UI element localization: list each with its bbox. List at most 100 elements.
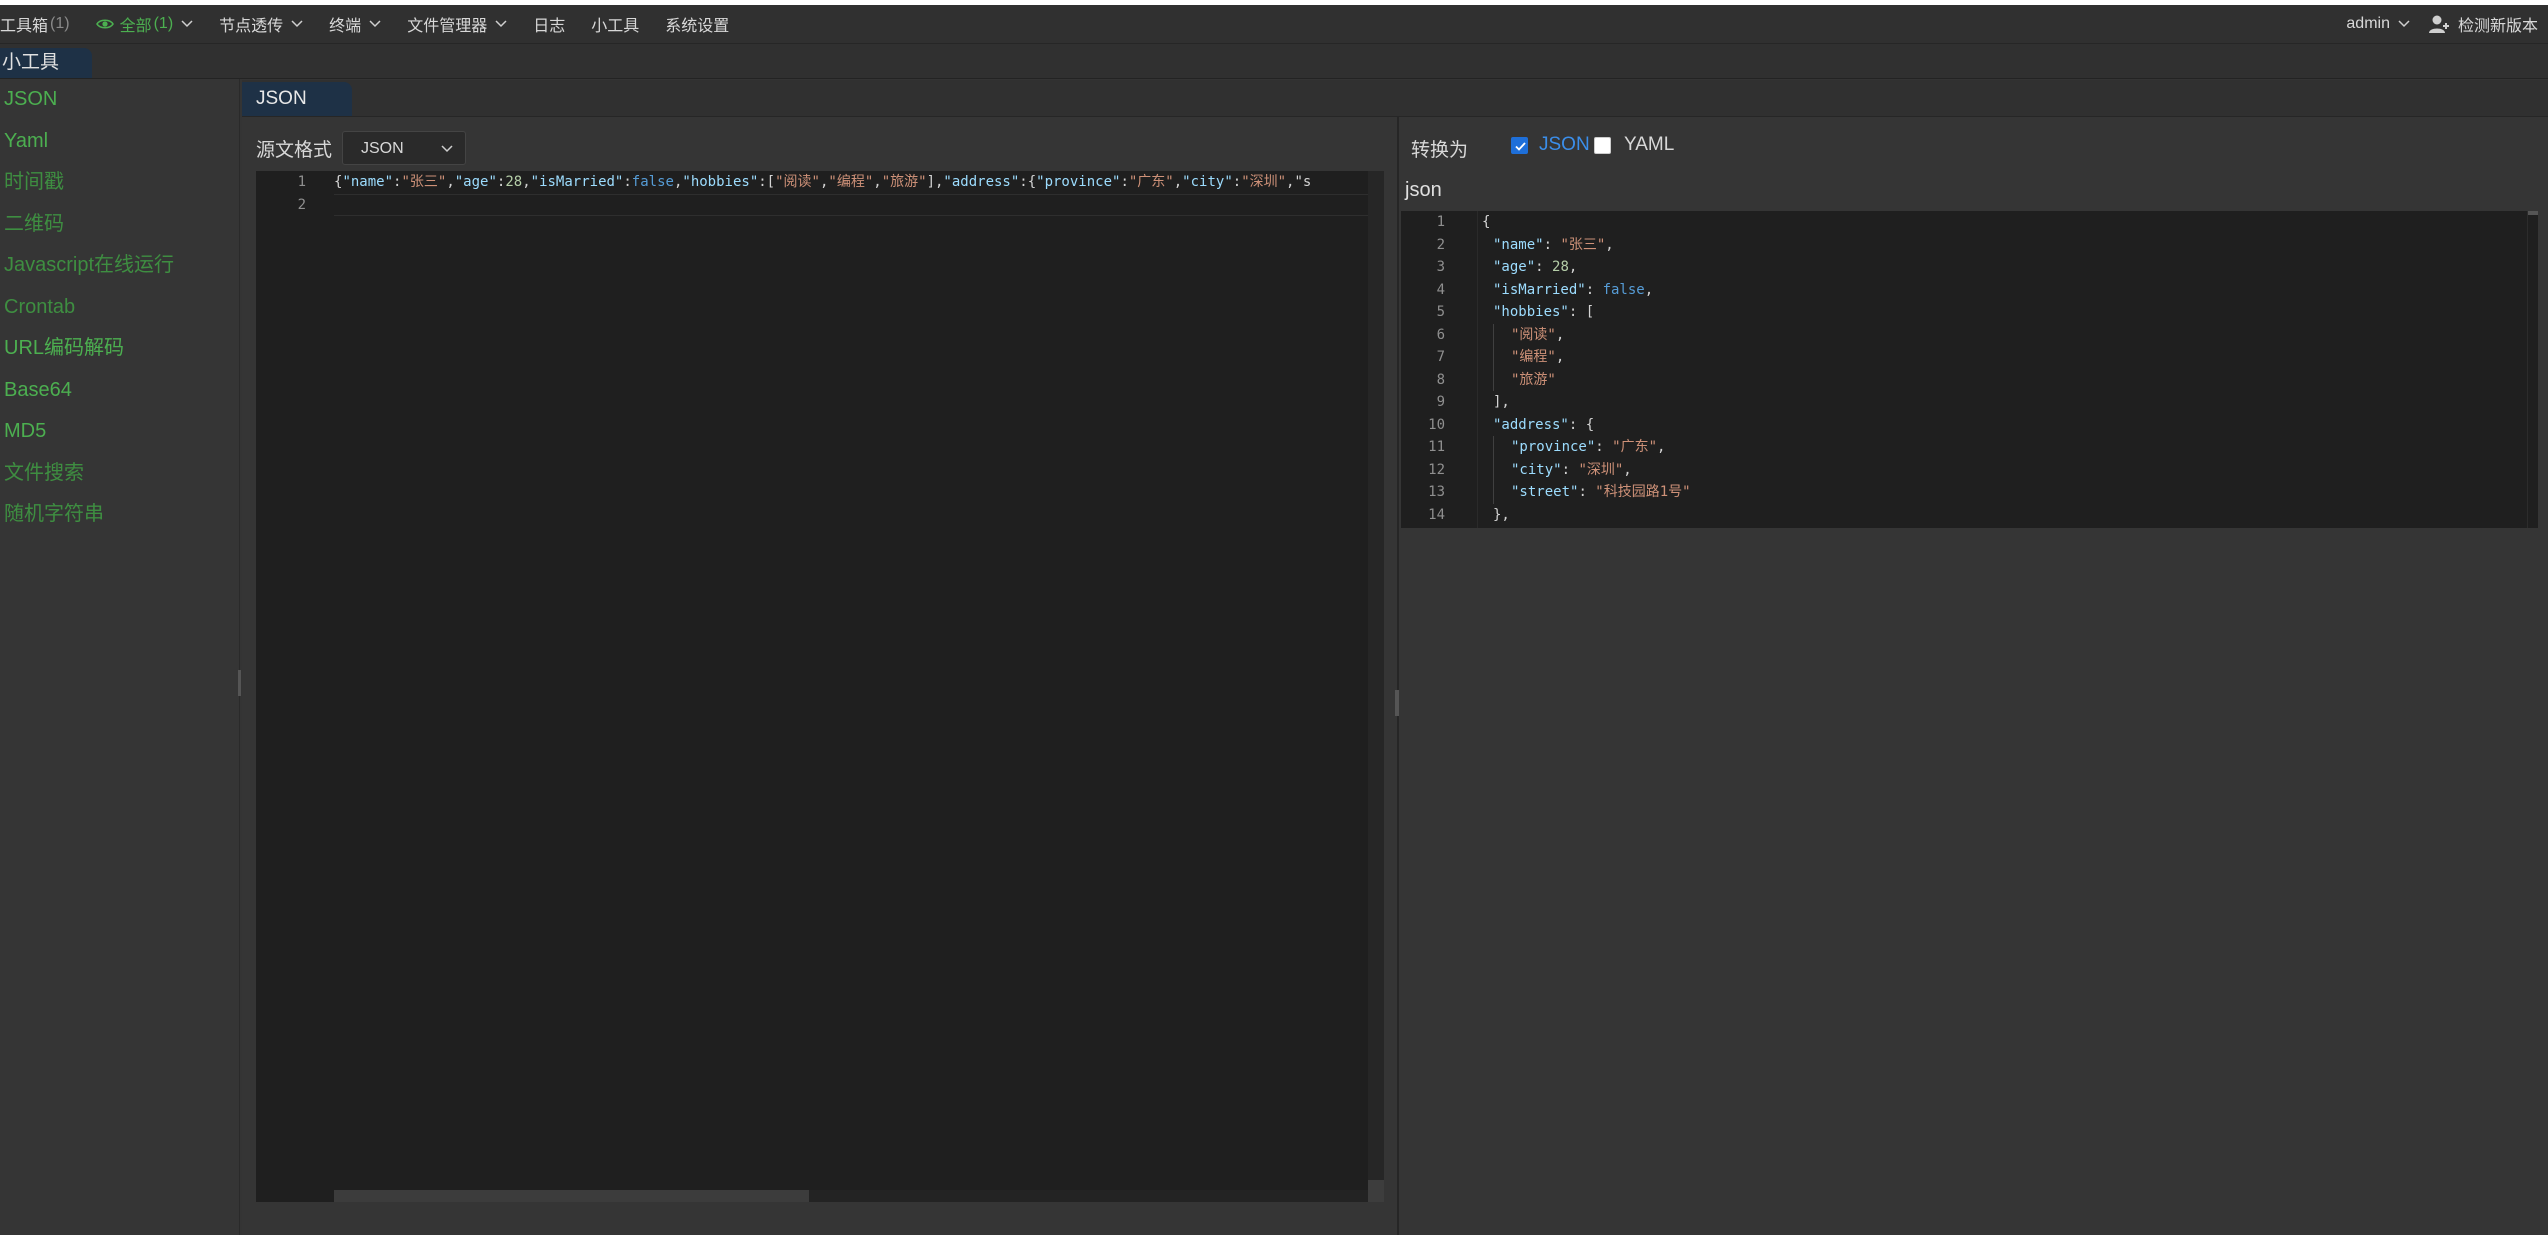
- code-token: "street": [1511, 484, 1579, 500]
- sidebar-item-json[interactable]: JSON: [0, 79, 239, 121]
- output-panel: 转换为 JSON YAML json 123456789101112131415…: [1399, 117, 2548, 1235]
- menu-all-label: 全部: [119, 18, 152, 35]
- output-code-line: "旅游": [1478, 368, 2538, 391]
- indent-guide: [1493, 368, 1511, 391]
- code-token: "hobbies": [1493, 304, 1569, 320]
- sidebar-item-yaml[interactable]: Yaml: [0, 121, 239, 163]
- line-number: 5: [1436, 304, 1445, 320]
- sidebar-item-base64[interactable]: Base64: [0, 370, 239, 412]
- source-code-area[interactable]: {"name":"张三","age":28,"isMarried":false,…: [334, 171, 1368, 1202]
- sidebar-item-md5[interactable]: MD5: [0, 411, 239, 453]
- line-number: 2: [1436, 236, 1445, 253]
- check-update-button[interactable]: 检测新版本: [2458, 12, 2538, 36]
- source-format-label: 源文格式: [256, 140, 333, 161]
- indent-guide: [1482, 436, 1493, 459]
- code-token: ,: [446, 174, 455, 190]
- line-number: 1: [1436, 214, 1445, 230]
- code-token: "广东": [1612, 439, 1658, 455]
- output-code-area[interactable]: {"name": "张三", "age": 28, "isMarried": fal…: [1477, 211, 2538, 528]
- indent-guide: [1482, 346, 1493, 369]
- sidebar-item-timestamp[interactable]: 时间戳: [0, 162, 239, 204]
- code-token: "编程": [828, 174, 874, 190]
- output-vertical-scrollbar[interactable]: [2527, 211, 2538, 528]
- sidebar-item-random-string[interactable]: 随机字符串: [0, 494, 239, 536]
- line-number: 3: [1436, 259, 1445, 275]
- scrollbar-thumb[interactable]: [334, 1190, 809, 1202]
- indent-guide: [1482, 279, 1493, 302]
- user-switch-icon[interactable]: [2428, 13, 2450, 35]
- indent-guide: [1482, 301, 1493, 324]
- source-panel: 源文格式 JSON 12 {"name":"张三","age":28,"isMa…: [242, 117, 1397, 1235]
- code-token: :: [623, 174, 632, 190]
- output-code-editor[interactable]: 12345678910111213141516171819202122 {"na…: [1401, 211, 2538, 528]
- yaml-option-label[interactable]: YAML: [1624, 134, 1674, 156]
- source-horizontal-scrollbar[interactable]: [334, 1190, 1368, 1202]
- code-token: "张三": [401, 174, 447, 190]
- code-token: "age": [454, 174, 497, 190]
- output-code-line: "isMarried": false,: [1478, 279, 2538, 302]
- json-checkbox[interactable]: [1511, 137, 1528, 154]
- tab-tools[interactable]: 小工具: [0, 48, 92, 78]
- eye-icon: [95, 19, 114, 29]
- source-vertical-scrollbar[interactable]: [1368, 171, 1384, 1202]
- indent-guide: [1482, 234, 1493, 257]
- source-code-line: {"name":"张三","age":28,"isMarried":false,…: [334, 171, 1368, 194]
- menu-node-relay[interactable]: 节点透传: [219, 12, 303, 36]
- source-format-select[interactable]: JSON: [342, 131, 466, 165]
- sidebar-item-qrcode[interactable]: 二维码: [0, 204, 239, 246]
- output-code-line: {: [1478, 211, 2538, 234]
- indent-guide: [1493, 323, 1511, 346]
- code-token: "广东": [1128, 174, 1174, 190]
- code-token: ],: [926, 174, 944, 190]
- tab-json[interactable]: JSON: [242, 82, 352, 116]
- code-token: : [: [1568, 304, 1595, 320]
- scrollbar-thumb[interactable]: [2528, 211, 2538, 215]
- code-token: "name": [1493, 236, 1544, 253]
- yaml-checkbox[interactable]: [1594, 137, 1611, 154]
- sidebar-resize-handle[interactable]: [238, 670, 241, 696]
- output-line-gutter: 12345678910111213141516171819202122: [1401, 211, 1477, 528]
- sidebar-item-javascript[interactable]: Javascript在线运行: [0, 245, 239, 287]
- top-menubar: 工具箱 (1) 全部 (1) 节点透传 终端 文件管理器 日志 小工具 系统设置…: [0, 5, 2548, 44]
- json-option-label[interactable]: JSON: [1539, 134, 1590, 156]
- code-token: "address": [1493, 416, 1569, 433]
- indent-guide: [1482, 526, 1493, 528]
- source-code-editor[interactable]: 12 {"name":"张三","age":28,"isMarried":fal…: [256, 171, 1384, 1202]
- line-number: 1: [297, 174, 306, 190]
- output-code-line: "hobbies": [: [1478, 301, 2538, 324]
- chevron-down-icon: [495, 20, 507, 28]
- menu-tools[interactable]: 小工具: [591, 12, 639, 36]
- sidebar-item-url-codec[interactable]: URL编码解码: [0, 328, 239, 370]
- menu-settings[interactable]: 系统设置: [665, 12, 729, 36]
- code-token: :: [1561, 461, 1579, 478]
- code-token: ,"s: [1286, 174, 1312, 190]
- code-token: ,: [1173, 174, 1183, 190]
- menu-terminal-label: 终端: [329, 18, 362, 35]
- menu-toolbox-count: (1): [50, 15, 70, 32]
- sidebar-item-file-search[interactable]: 文件搜索: [0, 453, 239, 495]
- code-token: :: [1578, 484, 1596, 500]
- line-number: 14: [1428, 506, 1445, 523]
- sidebar-item-crontab[interactable]: Crontab: [0, 287, 239, 329]
- code-token: :: [1120, 174, 1129, 190]
- output-code-line: "city": "深圳",: [1478, 458, 2538, 481]
- code-token: :[: [758, 174, 776, 190]
- output-code-line: "阅读",: [1478, 323, 2538, 346]
- code-token: "深圳": [1578, 461, 1624, 478]
- menu-file-manager[interactable]: 文件管理器: [407, 12, 507, 36]
- user-menu[interactable]: admin: [2346, 15, 2410, 33]
- menu-terminal[interactable]: 终端: [329, 12, 381, 36]
- chevron-down-icon: [2398, 20, 2410, 28]
- chevron-down-icon: [291, 20, 303, 28]
- output-code-line: "编程",: [1478, 346, 2538, 369]
- chevron-down-icon: [369, 20, 381, 28]
- code-token: "hobbies": [682, 174, 759, 190]
- menu-toolbox[interactable]: 工具箱 (1): [0, 12, 70, 36]
- output-code-line: "province": "广东",: [1478, 436, 2538, 459]
- menu-log[interactable]: 日志: [533, 12, 565, 36]
- scrollbar-thumb[interactable]: [1368, 1180, 1384, 1202]
- code-token: "age": [1493, 259, 1536, 275]
- output-code-line: "street": "科技园路1号": [1478, 481, 2538, 504]
- menu-tools-label: 小工具: [591, 18, 640, 35]
- menu-all[interactable]: 全部 (1): [95, 12, 194, 36]
